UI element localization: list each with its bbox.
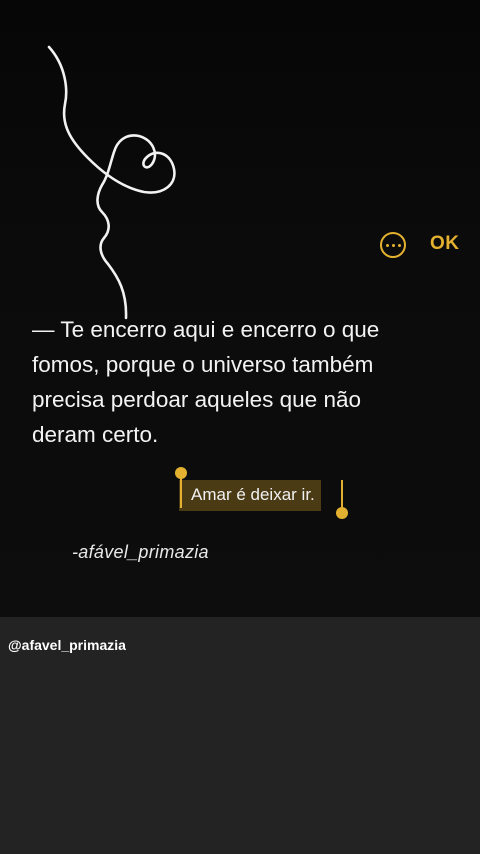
note-canvas[interactable]: OK — Te encerro aqui e encerro o que fom… [0,0,480,617]
heart-line-doodle [47,45,176,320]
note-body-text[interactable]: — Te encerro aqui e encerro o que fomos,… [32,312,452,452]
ellipsis-dot [391,243,395,247]
more-options-button[interactable] [380,232,406,258]
selected-text[interactable]: Amar é deixar ir. [179,480,321,511]
ellipsis-circle-icon [385,243,389,247]
selection-start-knob[interactable] [175,467,187,479]
selection-start-handle[interactable] [175,467,187,508]
ok-button[interactable]: OK [430,233,460,255]
selection-end-knob[interactable] [336,507,348,519]
ellipsis-dot [397,243,401,247]
author-handle[interactable]: @afavel_primazia [8,637,126,653]
story-screen: OK — Te encerro aqui e encerro o que fom… [0,0,480,854]
selection-end-handle[interactable] [336,480,348,519]
signature-text: -afável_primazia [72,542,209,562]
text-selection[interactable]: Amar é deixar ir. [175,467,348,519]
